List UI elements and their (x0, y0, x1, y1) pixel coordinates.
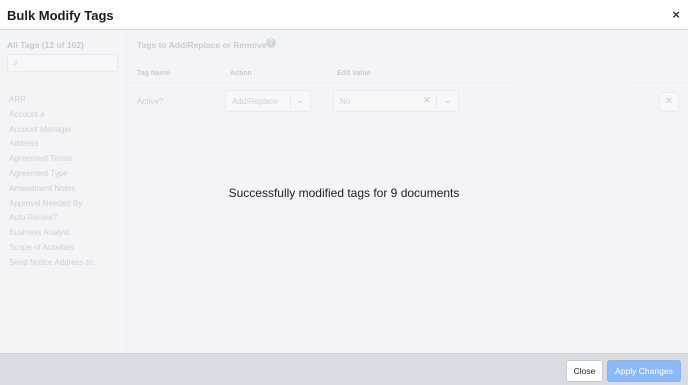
tag-list-item[interactable]: Auto Renew? (9, 211, 95, 226)
modal-footer: Close Apply Changes (0, 353, 688, 385)
edit-value-select-value: No (340, 97, 351, 106)
modal-title-bar: Bulk Modify Tags × (0, 0, 688, 30)
clear-value-icon[interactable]: ✕ (423, 95, 431, 106)
select-divider (436, 94, 437, 108)
help-icon[interactable]: ? (266, 38, 276, 48)
all-tags-header: All Tags (12 of 102) (7, 40, 84, 50)
column-header-tag-name: Tag Name (137, 70, 170, 77)
action-select-value: Add/Replace (232, 97, 278, 106)
tag-search-input[interactable]: # (7, 54, 118, 72)
close-button[interactable]: Close (566, 360, 603, 382)
column-header-edit-value: Edit Value (337, 70, 371, 77)
action-select[interactable]: Add/Replace ⌄ (225, 90, 311, 112)
close-icon[interactable]: × (672, 7, 680, 22)
tag-list: ARR Account # Account Manager Address Ag… (9, 93, 95, 271)
header-divider (128, 82, 688, 83)
row-tag-name: Active? (137, 97, 164, 106)
tag-list-item[interactable]: Account Manager (9, 123, 95, 138)
chevron-down-icon[interactable]: ⌄ (444, 95, 452, 106)
tag-list-item[interactable]: Address (9, 137, 95, 152)
tag-list-item[interactable]: Agreement Terms (9, 152, 95, 167)
select-divider (290, 94, 291, 108)
apply-changes-button[interactable]: Apply Changes (607, 360, 681, 382)
edit-value-select[interactable]: No ✕ ⌄ (333, 90, 459, 112)
tag-list-item[interactable]: Account # (9, 108, 95, 123)
success-message: Successfully modified tags for 9 documen… (228, 186, 460, 200)
tag-list-item[interactable]: ARR (9, 93, 95, 108)
tag-list-item[interactable]: Agreement Type (9, 167, 95, 182)
tag-list-item[interactable]: Send Notice Address to: (9, 256, 95, 271)
modal-title: Bulk Modify Tags (7, 8, 114, 23)
remove-row-button[interactable]: ✕ (659, 92, 679, 112)
column-header-action: Action (230, 70, 252, 77)
tags-to-modify-header: Tags to Add/Replace or Remove (137, 40, 267, 50)
tag-list-item[interactable]: Scope of Activities (9, 241, 95, 256)
tag-list-item[interactable]: Business Analyst (9, 226, 95, 241)
chevron-down-icon[interactable]: ⌄ (296, 95, 304, 106)
